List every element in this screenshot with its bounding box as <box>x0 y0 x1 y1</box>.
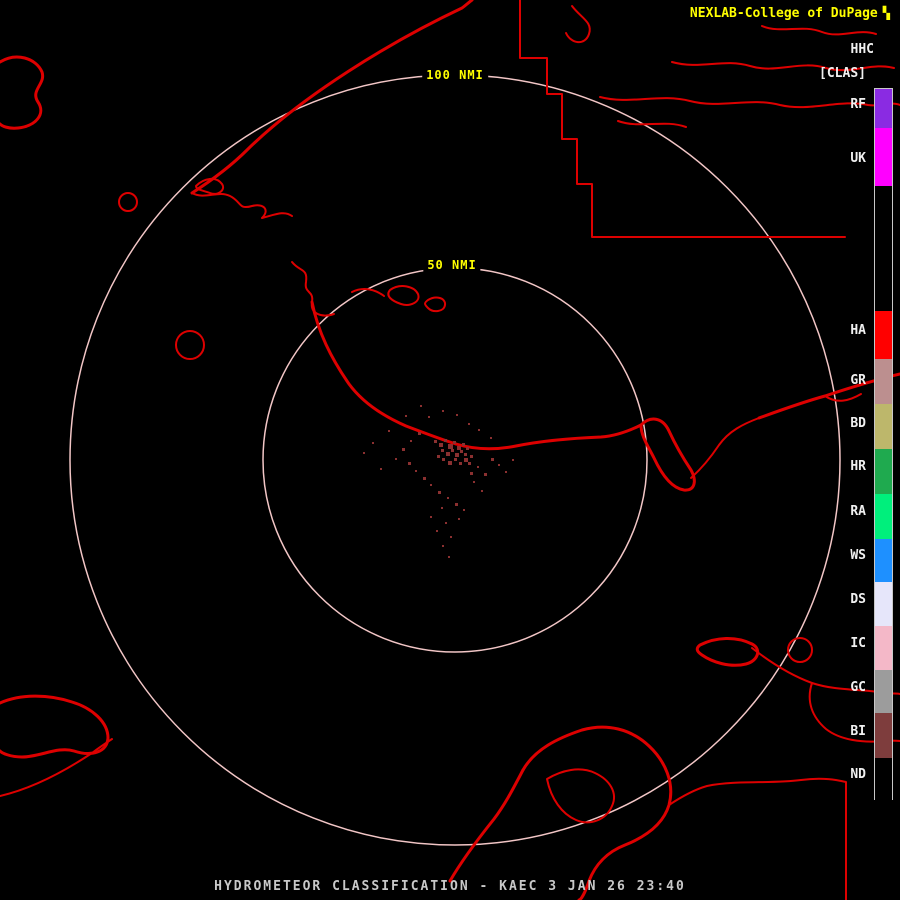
echo-point <box>428 416 430 418</box>
echo-point <box>455 503 458 506</box>
map-circle-1 <box>175 330 205 360</box>
map-outline-25 <box>751 647 900 695</box>
radar-display: 100 NMI 50 NMI NEXLAB-College of DuPage ▚… <box>0 0 900 900</box>
header-title-text: NEXLAB-College of DuPage <box>689 6 878 21</box>
echo-point <box>447 497 449 499</box>
echo-point <box>405 415 407 417</box>
map-outline-18 <box>424 296 447 313</box>
map-outline-5 <box>310 300 458 446</box>
echo-point <box>420 405 422 407</box>
echo-point <box>372 442 374 444</box>
echo-point <box>470 472 473 475</box>
map-outline-8 <box>690 417 760 479</box>
echo-point <box>408 462 411 465</box>
echo-point <box>459 462 462 465</box>
range-ring-label-50: 50 NMI <box>423 258 481 272</box>
echo-point <box>437 455 440 458</box>
echo-point <box>444 439 447 442</box>
echo-point <box>430 516 432 518</box>
echo-point <box>446 452 450 456</box>
echo-point <box>442 458 445 461</box>
echo-point <box>512 459 514 461</box>
echo-point <box>436 530 438 532</box>
echo-point <box>481 490 483 492</box>
map-outline-6 <box>454 423 643 451</box>
echo-point <box>464 458 468 462</box>
echo-point <box>477 466 479 468</box>
echo-point <box>450 536 452 538</box>
echo-point <box>462 443 465 446</box>
echo-point <box>415 470 417 472</box>
echo-point <box>484 473 487 476</box>
map-outline-9 <box>757 372 900 420</box>
classification-label: [CLAS] <box>819 66 866 81</box>
map-outline-3 <box>0 55 45 130</box>
echo-point <box>498 464 500 466</box>
echo-point <box>442 545 444 547</box>
echo-point <box>456 414 458 416</box>
map-outline-16 <box>761 25 877 36</box>
product-code-label: HHC <box>850 42 874 57</box>
echo-point <box>457 446 461 450</box>
echo-point <box>388 430 390 432</box>
echo-point <box>448 556 450 558</box>
map-outline-23 <box>668 777 847 900</box>
map-svg <box>0 0 900 900</box>
header-title: NEXLAB-College of DuPage ▚ <box>690 6 890 21</box>
map-outline-28 <box>0 738 113 797</box>
echo-point <box>478 429 480 431</box>
map-outline-7 <box>639 417 696 492</box>
echo-point <box>466 447 469 450</box>
echo-point <box>441 449 444 452</box>
map-outline-21 <box>448 768 525 883</box>
echo-point <box>491 458 494 461</box>
echo-point <box>455 453 459 457</box>
echo-point <box>438 491 441 494</box>
echo-point <box>439 443 443 447</box>
echo-point <box>464 453 467 456</box>
map-outline-20 <box>521 725 673 900</box>
echo-point <box>505 471 507 473</box>
map-outline-24 <box>695 637 760 667</box>
echo-point <box>402 448 405 451</box>
echo-point <box>490 437 492 439</box>
range-ring-label-100: 100 NMI <box>422 68 488 82</box>
echo-point <box>468 423 470 425</box>
echo-point <box>448 444 453 449</box>
echo-point <box>441 507 443 509</box>
echo-point <box>473 481 475 483</box>
echo-point <box>463 509 465 511</box>
map-outline-26 <box>808 682 900 743</box>
echo-point <box>454 458 457 461</box>
map-outline-11 <box>519 0 846 238</box>
echo-point <box>453 441 456 444</box>
map-outline-17 <box>387 285 420 306</box>
product-title: HYDROMETEOR CLASSIFICATION - KAEC 3 JAN … <box>214 879 686 894</box>
map-outline-27 <box>0 694 110 759</box>
echo-point <box>442 410 444 412</box>
echo-point <box>430 484 432 486</box>
map-outline-12 <box>565 5 591 44</box>
echo-point <box>445 522 447 524</box>
map-circle-2 <box>787 637 813 663</box>
cod-logo-icon: ▚ <box>882 6 890 20</box>
echo-point <box>380 468 382 470</box>
map-outline-15 <box>617 120 687 128</box>
map-outline-0 <box>190 0 474 195</box>
echo-point <box>468 462 471 465</box>
echo-point <box>458 518 460 520</box>
echo-point <box>423 477 426 480</box>
echo-point <box>434 440 437 443</box>
map-outline-1 <box>191 192 293 219</box>
map-outline-13 <box>599 96 900 109</box>
echo-point <box>460 450 463 453</box>
echo-point <box>410 440 412 442</box>
echo-point <box>418 432 421 435</box>
echo-point <box>395 458 397 460</box>
echo-point <box>363 452 365 454</box>
echo-point <box>470 455 473 458</box>
echo-point <box>448 461 452 465</box>
echo-point <box>451 449 454 452</box>
map-circle-0 <box>118 192 138 212</box>
